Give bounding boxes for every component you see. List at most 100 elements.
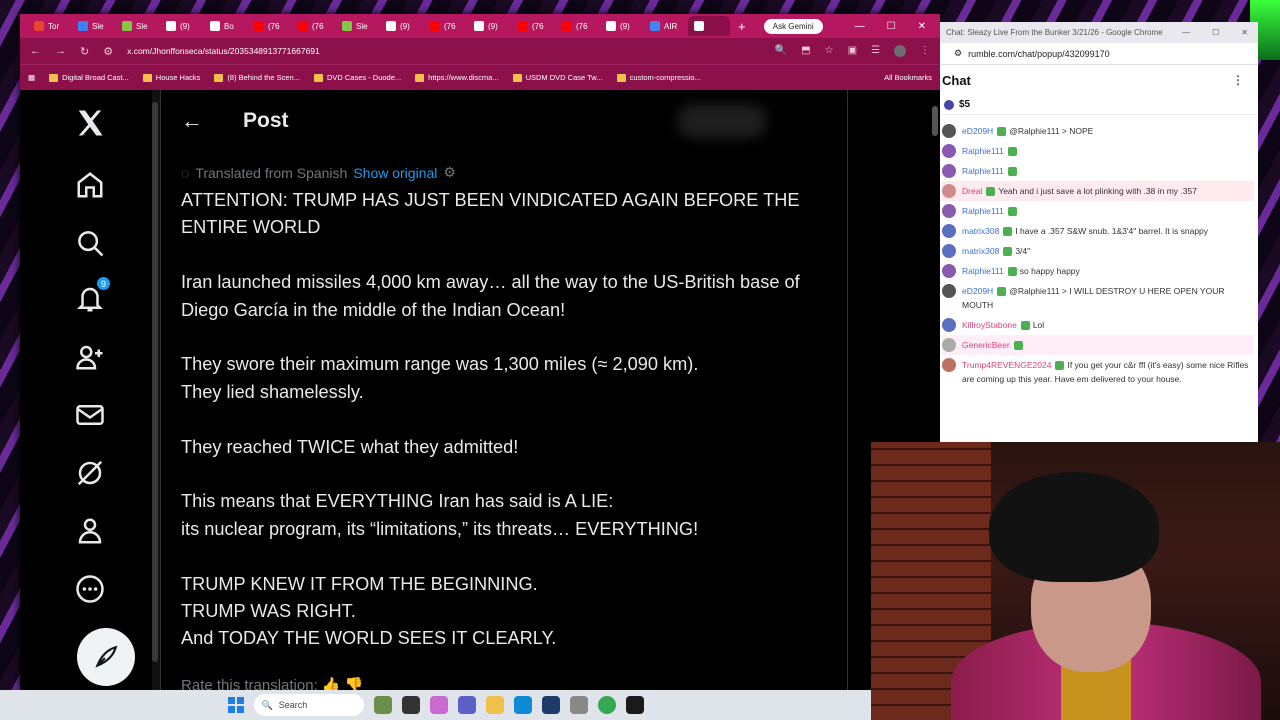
- user-avatar[interactable]: [942, 164, 956, 178]
- file-explorer-icon[interactable]: [485, 696, 504, 714]
- apps-icon[interactable]: ▦: [28, 73, 35, 82]
- bookmark-item[interactable]: Digital Broad Cast...: [49, 73, 129, 82]
- user-avatar[interactable]: [942, 204, 956, 218]
- browser-tab[interactable]: (9): [380, 16, 422, 36]
- back-icon[interactable]: ←: [30, 45, 41, 57]
- teams-icon[interactable]: [457, 696, 476, 714]
- maximize-icon[interactable]: ☐: [887, 21, 896, 32]
- browser-tab[interactable]: (9): [160, 16, 202, 36]
- browser-tab[interactable]: Sle: [72, 16, 114, 36]
- close-icon[interactable]: ✕: [1241, 28, 1248, 37]
- chat-message[interactable]: eD209H @Ralphie111 > I WILL DESTROY U HER…: [942, 281, 1254, 315]
- browser-tab[interactable]: Sle: [336, 16, 378, 36]
- user-avatar[interactable]: [942, 264, 956, 278]
- chat-message[interactable]: eD209H @Ralphie111 > NOPE: [942, 121, 1254, 141]
- chat-username[interactable]: Ralphie111: [962, 266, 1004, 276]
- chat-username[interactable]: eD209H: [962, 286, 993, 296]
- bookmark-item[interactable]: (8) Behind the Scen...: [214, 73, 300, 82]
- ask-gemini-button[interactable]: Ask Gemini: [763, 18, 823, 34]
- profile-avatar[interactable]: [894, 45, 906, 57]
- chat-message[interactable]: KillroyStabone Lol: [942, 315, 1254, 335]
- chat-message[interactable]: Ralphie111: [942, 161, 1254, 181]
- browser-tab[interactable]: (9): [600, 16, 642, 36]
- chat-message[interactable]: Ralphie111 so happy happy: [942, 261, 1254, 281]
- profile-icon[interactable]: [73, 514, 107, 548]
- browser-tab[interactable]: (76: [512, 16, 554, 36]
- browser-tab[interactable]: Bo: [204, 16, 246, 36]
- pinned-donation[interactable]: $5: [940, 95, 1258, 115]
- chat-message[interactable]: GenericBeer: [942, 335, 1254, 355]
- x-logo-icon[interactable]: [73, 106, 107, 140]
- chat-username[interactable]: KillroyStabone: [962, 320, 1017, 330]
- url-field[interactable]: x.com/Jhonffonseca/status/20353489137716…: [127, 46, 761, 56]
- show-original-link[interactable]: Show original: [353, 165, 437, 181]
- user-avatar[interactable]: [942, 224, 956, 238]
- minimize-icon[interactable]: —: [855, 21, 865, 32]
- user-avatar[interactable]: [942, 244, 956, 258]
- user-avatar[interactable]: [942, 124, 956, 138]
- grok-icon[interactable]: [73, 456, 107, 490]
- chat-menu-icon[interactable]: ⋮: [1232, 73, 1244, 87]
- zoom-icon[interactable]: 🔍: [775, 45, 787, 57]
- chat-username[interactable]: GenericBeer: [962, 340, 1010, 350]
- obs-icon[interactable]: [625, 696, 644, 714]
- compose-post-button[interactable]: [77, 628, 135, 686]
- widgets-icon[interactable]: [373, 696, 392, 714]
- install-icon[interactable]: ⬒: [801, 45, 810, 57]
- all-bookmarks-folder[interactable]: All Bookmarks: [880, 73, 932, 82]
- menu-icon[interactable]: ⋮: [920, 45, 930, 57]
- browser-tab[interactable]: AIR: [644, 16, 686, 36]
- bookmark-item[interactable]: USDM DVD Case Tw...: [512, 73, 603, 82]
- edge-icon[interactable]: [513, 696, 532, 714]
- chat-url-bar[interactable]: ⚙ rumble.com/chat/popup/432099170: [940, 43, 1258, 65]
- browser-tab[interactable]: [688, 16, 730, 36]
- chat-username[interactable]: matrix308: [962, 226, 999, 236]
- browser-tab[interactable]: (76: [556, 16, 598, 36]
- browser-tab[interactable]: Tor: [28, 16, 70, 36]
- task-view-icon[interactable]: [401, 696, 420, 714]
- browser-tab[interactable]: (76: [424, 16, 466, 36]
- chat-username[interactable]: matrix308: [962, 246, 999, 256]
- chat-username[interactable]: Ralphie111: [962, 206, 1004, 216]
- bookmark-item[interactable]: DVD Cases - Duode...: [313, 73, 401, 82]
- forward-icon[interactable]: →: [55, 45, 66, 57]
- browser-tab[interactable]: (76: [248, 16, 290, 36]
- user-avatar[interactable]: [942, 318, 956, 332]
- taskbar-search[interactable]: 🔍 Search: [253, 694, 364, 716]
- app-icon[interactable]: [569, 696, 588, 714]
- follow-icon[interactable]: [73, 340, 107, 374]
- user-avatar[interactable]: [942, 184, 956, 198]
- new-tab-button[interactable]: +: [738, 19, 746, 34]
- rate-translation[interactable]: Rate this translation: 👍 👎: [181, 676, 363, 690]
- nav-scrollbar[interactable]: [152, 90, 160, 690]
- explore-icon[interactable]: [73, 226, 107, 260]
- chat-message[interactable]: matrix308 I have a .357 S&W snub. 1&3'4" …: [942, 221, 1254, 241]
- back-arrow-icon[interactable]: ←: [181, 108, 203, 134]
- chrome-icon[interactable]: [597, 696, 616, 714]
- user-avatar[interactable]: [942, 358, 956, 372]
- chat-username[interactable]: Ralphie111: [962, 166, 1004, 176]
- chat-message[interactable]: matrix308 3/4": [942, 241, 1254, 261]
- chat-message[interactable]: Ralphie111: [942, 201, 1254, 221]
- copilot-icon[interactable]: [429, 696, 448, 714]
- windows-start-icon[interactable]: [227, 697, 244, 713]
- notifications-icon[interactable]: 9: [73, 276, 111, 316]
- chat-username[interactable]: eD209H: [962, 126, 993, 136]
- chat-username[interactable]: Ralphie111: [962, 146, 1004, 156]
- extensions-icon[interactable]: ☰: [871, 45, 880, 57]
- browser-tab[interactable]: Sle: [116, 16, 158, 36]
- chat-username[interactable]: Dreal: [962, 186, 982, 196]
- reload-icon[interactable]: ↻: [80, 45, 89, 58]
- chat-message[interactable]: Trump4REVENGE2024 If you get your c&r ffl…: [942, 355, 1254, 389]
- site-info-icon[interactable]: ⚙: [954, 48, 962, 59]
- bookmark-item[interactable]: House Hacks: [142, 73, 200, 82]
- bookmark-item[interactable]: https://www.discma...: [415, 73, 499, 82]
- bookmark-item[interactable]: custom-compressio...: [616, 73, 701, 82]
- home-icon[interactable]: [73, 168, 107, 202]
- user-avatar[interactable]: [942, 284, 956, 298]
- bookmark-star-icon[interactable]: ☆: [825, 45, 834, 57]
- user-avatar[interactable]: [942, 144, 956, 158]
- browser-tab[interactable]: (76: [292, 16, 334, 36]
- chat-message[interactable]: Dreal Yeah and i just save a lot plinking…: [942, 181, 1254, 201]
- site-info-icon[interactable]: ⚙: [103, 45, 113, 58]
